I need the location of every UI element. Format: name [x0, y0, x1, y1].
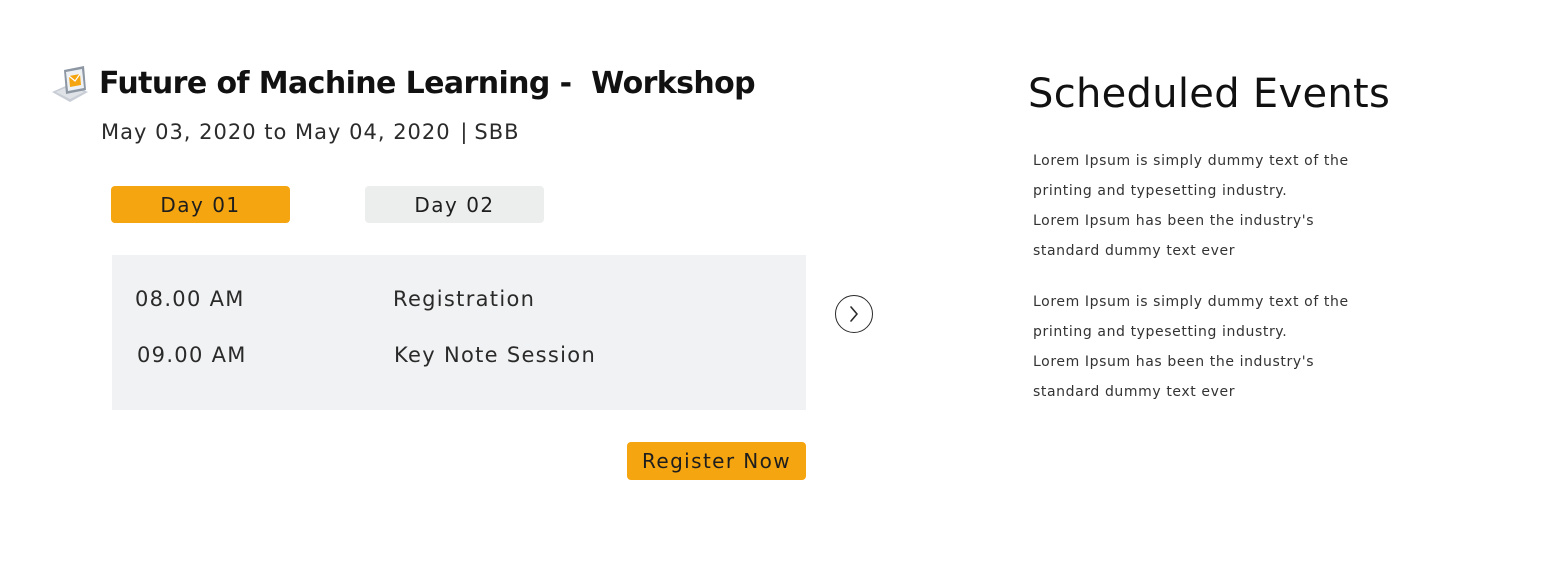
description-line: Lorem Ipsum is simply dummy text of the: [1033, 153, 1349, 169]
schedule-time: 09.00 AM: [137, 343, 247, 367]
schedule-table: 08.00 AM Registration 09.00 AM Key Note …: [112, 255, 806, 410]
chevron-right-icon: [850, 306, 858, 322]
schedule-time: 08.00 AM: [135, 287, 245, 311]
laptop-mail-icon: [50, 64, 90, 104]
next-day-button[interactable]: [835, 295, 873, 333]
description-line: Lorem Ipsum is simply dummy text of the: [1033, 294, 1349, 310]
schedule-row: 08.00 AM Registration: [112, 287, 806, 317]
description-line: standard dummy text ever: [1033, 384, 1236, 400]
tab-day-01[interactable]: Day 01: [111, 186, 290, 223]
description-paragraph: Lorem Ipsum is simply dummy text of the …: [1033, 146, 1413, 266]
schedule-session: Key Note Session: [394, 343, 597, 367]
meta-separator: |: [460, 120, 469, 144]
description-line: Lorem Ipsum has been the industry's: [1033, 354, 1315, 370]
event-title: Future of Machine Learning - Workshop: [99, 66, 756, 101]
tab-day-02[interactable]: Day 02: [365, 186, 544, 223]
description-paragraph: Lorem Ipsum is simply dummy text of the …: [1033, 287, 1413, 407]
description-line: printing and typesetting industry.: [1033, 324, 1288, 340]
register-now-button[interactable]: Register Now: [627, 442, 806, 480]
description-line: standard dummy text ever: [1033, 243, 1236, 259]
schedule-session: Registration: [393, 287, 536, 311]
description-line: Lorem Ipsum has been the industry's: [1033, 213, 1315, 229]
schedule-row: 09.00 AM Key Note Session: [112, 343, 806, 373]
event-location: SBB: [474, 120, 520, 144]
event-meta: May 03, 2020 to May 04, 2020 | SBB: [101, 118, 520, 146]
event-date-range: May 03, 2020 to May 04, 2020: [101, 120, 451, 144]
section-title: Scheduled Events: [1028, 71, 1391, 117]
description-line: printing and typesetting industry.: [1033, 183, 1288, 199]
